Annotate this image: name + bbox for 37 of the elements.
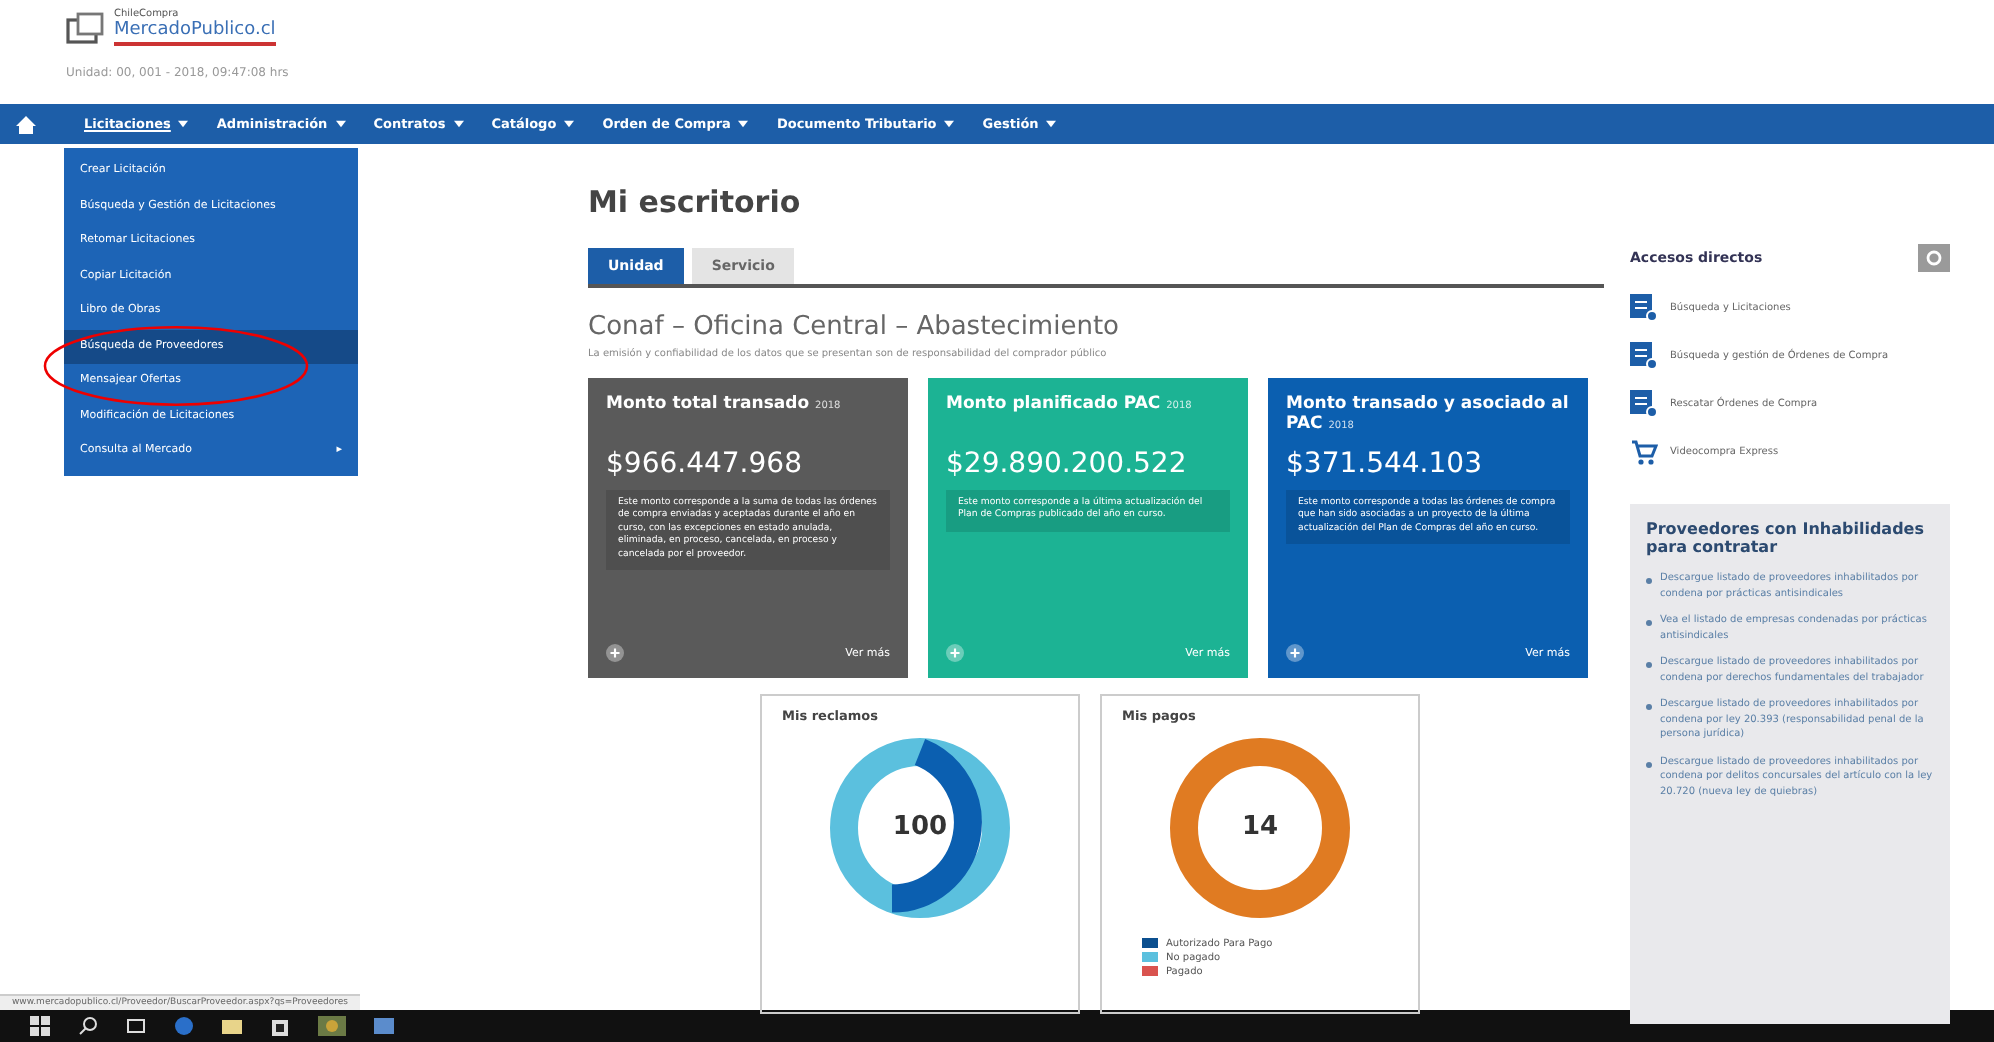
search-icon[interactable] — [78, 1016, 98, 1036]
document-icon — [1630, 342, 1658, 370]
unit-title: Conaf – Oficina Central – Abastecimiento — [588, 312, 1121, 342]
logo-text: MercadoPublico.cl — [114, 20, 276, 46]
caret-icon — [564, 120, 575, 128]
logo-icon — [66, 11, 106, 43]
page-title: Mi escritorio — [588, 184, 803, 220]
caret-icon — [1046, 120, 1057, 128]
task-view-icon[interactable] — [126, 1016, 146, 1036]
caret-icon — [335, 120, 346, 128]
document-icon — [1630, 294, 1658, 322]
store-icon[interactable] — [270, 1016, 290, 1036]
browser-icon[interactable] — [174, 1016, 194, 1036]
card-amount: $371.544.103 — [1286, 448, 1484, 480]
document-icon — [1630, 390, 1658, 418]
plus-icon[interactable] — [1286, 644, 1304, 662]
bullet-icon — [1646, 662, 1652, 668]
windows-icon[interactable] — [30, 1016, 50, 1036]
caret-icon — [178, 120, 189, 128]
caret-icon — [738, 120, 749, 128]
gear-icon[interactable] — [1918, 244, 1950, 272]
donut-total: 14 — [1239, 812, 1281, 842]
card-amount: $29.890.200.522 — [946, 448, 1189, 480]
bullet-icon — [1646, 620, 1652, 626]
caret-icon — [944, 120, 955, 128]
donut-total: 100 — [890, 812, 950, 842]
bullet-icon — [1646, 578, 1652, 584]
panel-title: Proveedores con Inhabilidades para contratar — [1646, 520, 1926, 556]
plus-icon[interactable] — [606, 644, 624, 662]
bullet-icon — [1646, 704, 1652, 710]
folder-icon[interactable] — [222, 1016, 242, 1036]
card-amount: $966.447.968 — [606, 448, 804, 480]
home-icon[interactable] — [16, 115, 36, 133]
bullet-icon — [1646, 761, 1652, 767]
cart-icon — [1630, 438, 1658, 466]
app-icon[interactable] — [374, 1016, 394, 1036]
caret-icon — [453, 120, 464, 128]
